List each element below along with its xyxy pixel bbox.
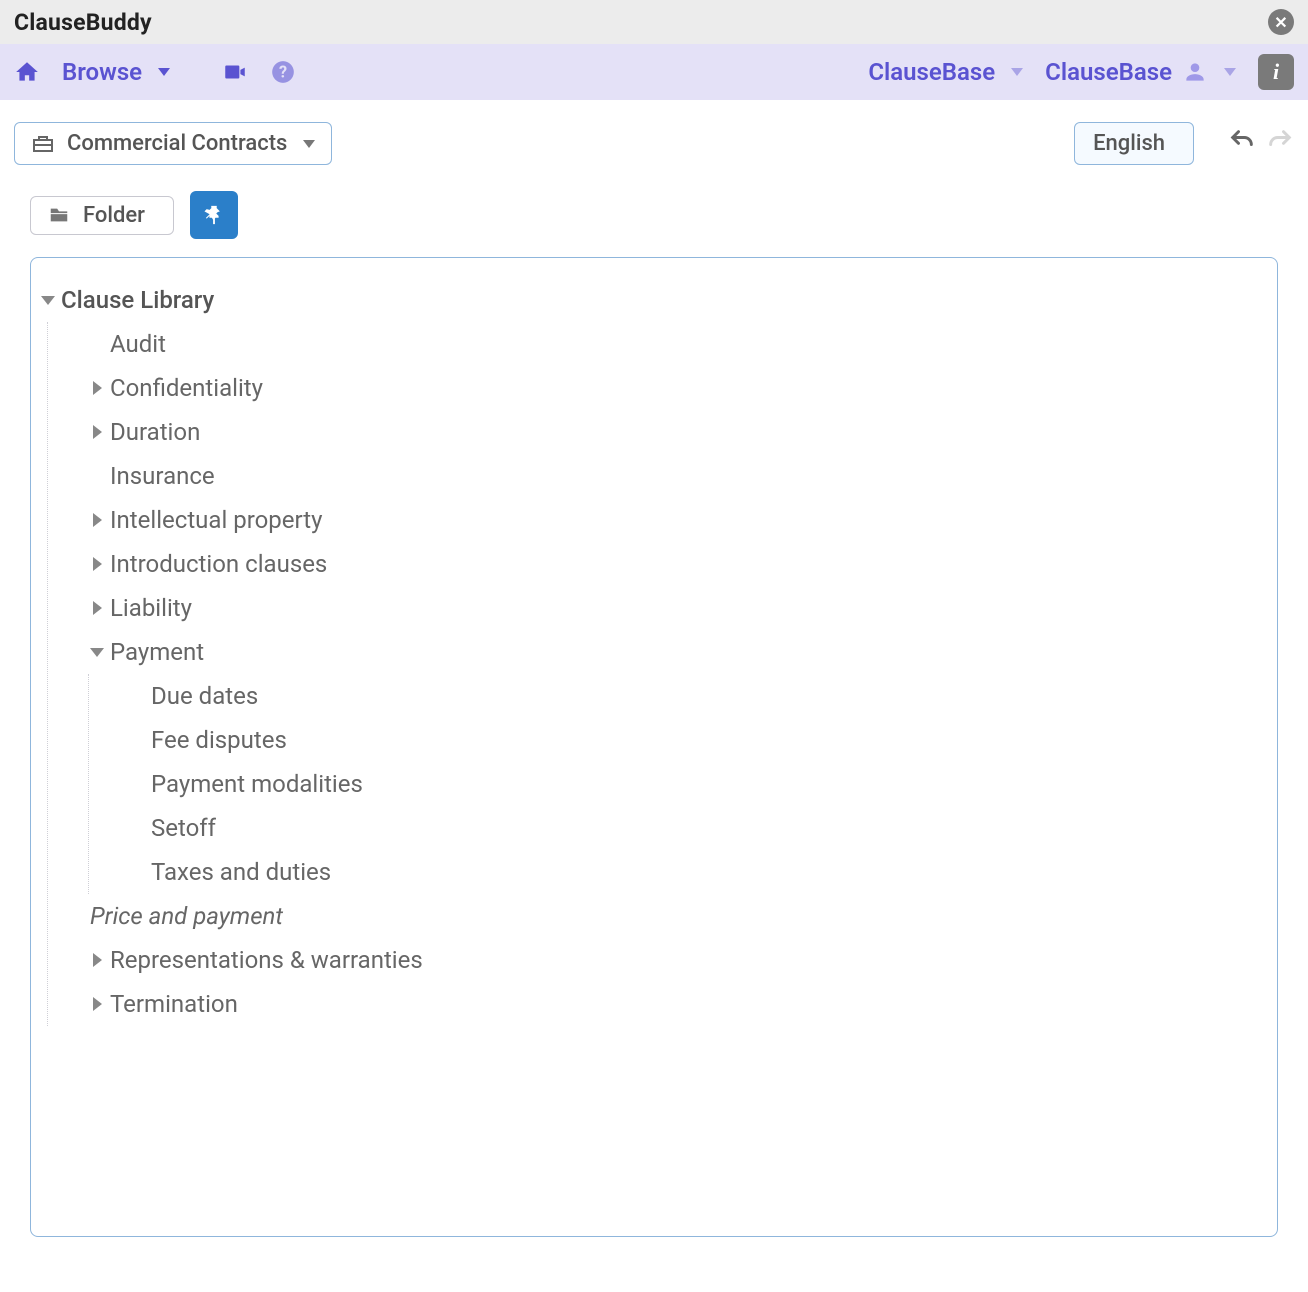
tree-item[interactable]: Insurance — [88, 454, 1257, 498]
info-icon: i — [1273, 59, 1279, 85]
view-dropdown[interactable]: Folder — [30, 196, 174, 235]
app-header: ClauseBuddy ✕ — [0, 0, 1308, 44]
tree-item[interactable]: Confidentiality — [88, 366, 1257, 410]
close-button[interactable]: ✕ — [1268, 9, 1294, 35]
tree-item[interactable]: Duration — [88, 410, 1257, 454]
org-label: ClauseBase — [868, 58, 995, 86]
tree-item-label: Representations & warranties — [110, 946, 423, 974]
tree-item-label: Fee disputes — [151, 726, 287, 754]
undo-icon — [1228, 127, 1256, 155]
tree-item[interactable]: Representations & warranties — [88, 938, 1257, 982]
tree-panel: Clause Library Audit Confidentiality Durati… — [30, 257, 1278, 1237]
history-controls — [1228, 127, 1294, 161]
caret-right-icon — [88, 381, 106, 395]
chevron-down-icon — [1224, 68, 1236, 76]
chevron-down-icon — [303, 140, 315, 148]
redo-button[interactable] — [1266, 127, 1294, 161]
svg-text:?: ? — [279, 62, 287, 81]
tree-item[interactable]: Taxes and duties — [129, 850, 1257, 894]
chevron-down-icon — [1011, 68, 1023, 76]
caret-right-icon — [88, 953, 106, 967]
tree-item-label: Taxes and duties — [151, 858, 331, 886]
close-icon: ✕ — [1274, 13, 1287, 32]
tree-item[interactable]: Liability — [88, 586, 1257, 630]
toolbar: Commercial Contracts English — [0, 100, 1308, 175]
help-button[interactable]: ? — [270, 59, 296, 85]
tree-item-label: Duration — [110, 418, 200, 446]
caret-right-icon — [88, 601, 106, 615]
caret-down-icon — [39, 296, 57, 305]
tree-item[interactable]: Fee disputes — [129, 718, 1257, 762]
view-label: Folder — [83, 203, 145, 228]
pin-button[interactable] — [190, 191, 238, 239]
tree-item[interactable]: Price and payment — [88, 894, 1257, 938]
folder-icon — [47, 204, 71, 226]
user-menu[interactable]: ClauseBase — [1045, 58, 1236, 86]
user-label: ClauseBase — [1045, 58, 1172, 86]
caret-right-icon — [88, 425, 106, 439]
tree-item-label: Intellectual property — [110, 506, 322, 534]
tree-item-label: Payment modalities — [151, 770, 363, 798]
tree-item-label: Audit — [110, 330, 166, 358]
tree-item-label: Setoff — [151, 814, 216, 842]
home-icon — [14, 59, 40, 85]
briefcase-icon — [31, 132, 55, 156]
tree-item-label: Insurance — [110, 462, 215, 490]
tree-root-label: Clause Library — [61, 286, 214, 314]
tree-item[interactable]: Introduction clauses — [88, 542, 1257, 586]
tree-item-label: Introduction clauses — [110, 550, 327, 578]
tree-item-label: Price and payment — [90, 902, 283, 930]
tree-item[interactable]: Intellectual property — [88, 498, 1257, 542]
tree-item-label: Payment — [110, 638, 204, 666]
caret-right-icon — [88, 557, 106, 571]
pin-icon — [203, 204, 225, 226]
video-icon — [222, 59, 248, 85]
nav-bar: Browse ? ClauseBase ClauseBase i — [0, 44, 1308, 100]
browse-menu[interactable]: Browse — [62, 58, 170, 86]
user-icon — [1182, 59, 1208, 85]
app-title: ClauseBuddy — [14, 9, 152, 36]
subbar: Folder — [0, 175, 1308, 257]
tree-item-label: Liability — [110, 594, 192, 622]
tree-item[interactable]: Payment modalities — [129, 762, 1257, 806]
caret-right-icon — [88, 513, 106, 527]
clause-tree: Clause Library Audit Confidentiality Durati… — [39, 278, 1257, 1026]
caret-right-icon — [88, 997, 106, 1011]
browse-label: Browse — [62, 58, 142, 86]
help-icon: ? — [270, 59, 296, 85]
language-label: English — [1093, 131, 1165, 156]
redo-icon — [1266, 127, 1294, 155]
workspace-label: Commercial Contracts — [67, 131, 287, 156]
tree-item[interactable]: Due dates — [129, 674, 1257, 718]
tree-root-node[interactable]: Clause Library — [39, 278, 1257, 322]
tree-item[interactable]: Termination — [88, 982, 1257, 1026]
tree-item[interactable]: Setoff — [129, 806, 1257, 850]
workspace-dropdown[interactable]: Commercial Contracts — [14, 122, 332, 165]
tree-item-label: Confidentiality — [110, 374, 263, 402]
chevron-down-icon — [158, 68, 170, 76]
nav-left: Browse ? — [14, 58, 296, 86]
caret-down-icon — [88, 648, 106, 657]
language-dropdown[interactable]: English — [1074, 122, 1194, 165]
info-button[interactable]: i — [1258, 54, 1294, 90]
tree-item-label: Due dates — [151, 682, 258, 710]
video-button[interactable] — [222, 59, 248, 85]
undo-button[interactable] — [1228, 127, 1256, 161]
home-button[interactable] — [14, 59, 40, 85]
nav-right: ClauseBase ClauseBase i — [868, 54, 1294, 90]
tree-item-label: Termination — [110, 990, 238, 1018]
org-menu[interactable]: ClauseBase — [868, 58, 1023, 86]
tree-item[interactable]: Payment — [88, 630, 1257, 674]
tree-item[interactable]: Audit — [88, 322, 1257, 366]
